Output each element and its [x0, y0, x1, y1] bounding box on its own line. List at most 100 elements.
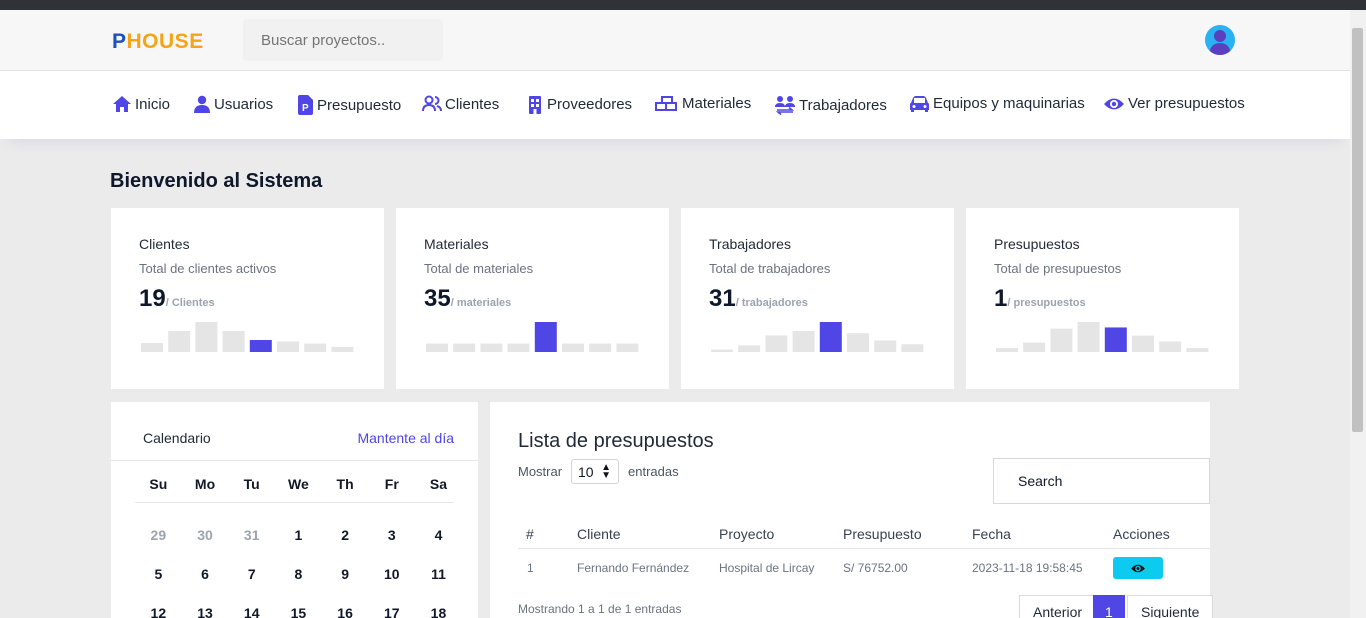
sparkline-bar	[874, 340, 897, 352]
nav-item-trabajadores[interactable]: Trabajadores	[774, 95, 887, 115]
calendar-day[interactable]: 3	[368, 527, 415, 543]
calendar-week: 12 13 14 15 16 17 18	[135, 605, 462, 618]
sparkline-bar	[562, 343, 584, 352]
weekday-label: Sa	[429, 476, 448, 492]
stat-card-title: Materiales	[424, 236, 489, 252]
calendar-day[interactable]: 13	[182, 605, 229, 618]
sparkline-bar	[711, 349, 733, 352]
sparkline-bar	[304, 343, 327, 352]
sparkline-bar	[1104, 327, 1127, 352]
nav-item-proveedores[interactable]: Proveedores	[527, 95, 632, 114]
calendar-day[interactable]: 11	[415, 566, 462, 582]
nav-item-materiales[interactable]: Materiales	[655, 95, 751, 112]
page-size-value: 10	[578, 464, 594, 480]
sparkline-bar	[1132, 335, 1154, 352]
budget-icon: P	[298, 95, 313, 115]
nav-label: Usuarios	[214, 95, 274, 113]
row-amount: S/ 76752.00	[843, 561, 908, 575]
nav-item-ver-presupuestos[interactable]: Ver presupuestos	[1103, 95, 1245, 112]
calendar-day[interactable]: 17	[368, 605, 415, 618]
calendar-day[interactable]: 12	[135, 605, 182, 618]
calendar-day[interactable]: 14	[228, 605, 275, 618]
stat-card-sparkline	[711, 322, 924, 352]
stat-card-value: 1	[994, 285, 1008, 312]
nav-item-usuarios[interactable]: Usuarios	[193, 95, 273, 113]
sparkline-bar	[480, 343, 503, 352]
stat-card-title: Clientes	[139, 236, 190, 252]
nav-item-equipos[interactable]: Equipos y maquinarias	[909, 95, 1085, 112]
table-search-input[interactable]	[993, 458, 1210, 504]
calendar-day[interactable]: 8	[275, 566, 322, 582]
calendar-day[interactable]: 4	[415, 527, 462, 543]
sparkline-bar	[1023, 342, 1046, 352]
stat-card-subtitle: Total de trabajadores	[709, 261, 831, 276]
nav-item-inicio[interactable]: Inicio	[112, 95, 170, 113]
stat-card-value-wrap: 1/ presupuestos	[994, 285, 1086, 313]
budget-list-title: Lista de presupuestos	[518, 430, 714, 452]
stat-card-sparkline	[426, 322, 639, 352]
user-avatar[interactable]	[1205, 25, 1235, 55]
column-header[interactable]: Acciones	[1113, 526, 1170, 542]
nav-label: Clientes	[445, 95, 500, 113]
nav-item-clientes[interactable]: Clientes	[422, 95, 499, 113]
browser-top-strip	[0, 0, 1366, 10]
nav-label: Materiales	[682, 95, 752, 112]
page-size-select[interactable]: 10 ▲ ▼	[571, 459, 619, 484]
column-header[interactable]: Proyecto	[719, 526, 774, 542]
sparkline-bar	[996, 348, 1018, 352]
column-header[interactable]: #	[526, 526, 534, 542]
calendar-week: 5 6 7 8 9 10 11	[135, 566, 462, 582]
calendar-day[interactable]: 30	[182, 527, 229, 543]
sparkline-bar	[1077, 322, 1100, 352]
calendar-link[interactable]: Mantente al día	[357, 430, 454, 446]
nav-item-presupuesto[interactable]: P Presupuesto	[297, 95, 401, 115]
logo[interactable]: PHOUSE	[112, 30, 204, 54]
pagination-next[interactable]: Siguiente	[1127, 595, 1214, 618]
sparkline-bar	[195, 322, 218, 352]
divider	[518, 548, 1210, 549]
pagination-prev[interactable]: Anterior	[1019, 595, 1097, 618]
sparkline-bar	[1159, 341, 1182, 352]
stat-card-sparkline	[141, 322, 354, 352]
page-scrollbar-thumb[interactable]	[1352, 28, 1363, 432]
calendar-day[interactable]: 9	[322, 566, 369, 582]
stat-card-clientes: Clientes Total de clientes activos 19/ C…	[111, 208, 384, 389]
row-project: Hospital de Lircay	[719, 561, 815, 575]
stat-card-presupuestos: Presupuestos Total de presupuestos 1/ pr…	[966, 208, 1239, 389]
user-avatar-icon	[1209, 30, 1231, 55]
calendar-day[interactable]: 2	[322, 527, 369, 543]
view-budget-button[interactable]	[1113, 557, 1163, 579]
budget-list-panel: Lista de presupuestos Mostrar 10 ▲ ▼ entra…	[490, 402, 1214, 618]
project-search-input[interactable]	[243, 19, 443, 61]
calendar-day[interactable]: 10	[368, 566, 415, 582]
column-header[interactable]: Fecha	[972, 526, 1011, 542]
calendar-day[interactable]: 7	[228, 566, 275, 582]
calendar-day[interactable]: 16	[322, 605, 369, 618]
sparkline-bar	[901, 344, 924, 352]
calendar-day[interactable]: 31	[228, 527, 275, 543]
page-title: Bienvenido al Sistema	[110, 170, 323, 192]
app-header: PHOUSE	[0, 10, 1350, 71]
calendar-day[interactable]: 5	[135, 566, 182, 582]
row-client: Fernando Fernández	[577, 561, 690, 575]
calendar-day[interactable]: 29	[135, 527, 182, 543]
column-header[interactable]: Presupuesto	[843, 526, 922, 542]
logo-text: HOUSE	[126, 30, 204, 53]
calendar-day[interactable]: 18	[415, 605, 462, 618]
calendar-day[interactable]: 1	[275, 527, 322, 543]
logo-letter-p: P	[112, 30, 127, 53]
stat-card-title: Trabajadores	[709, 236, 791, 252]
stat-card-value: 19	[139, 285, 166, 312]
stat-card-value: 35	[424, 285, 451, 312]
column-header[interactable]: Cliente	[577, 526, 621, 542]
calendar-week: 29 30 31 1 2 3 4	[135, 527, 462, 543]
sparkline-bar	[765, 335, 788, 352]
weekday-label: We	[288, 476, 309, 492]
calendar-day[interactable]: 15	[275, 605, 322, 618]
eye-icon	[1104, 98, 1124, 109]
stat-card-subtitle: Total de materiales	[424, 261, 534, 276]
pagination-page[interactable]: 1	[1093, 595, 1125, 618]
calendar-weekdays: Su Mo Tu We Th Fr Sa	[135, 476, 462, 492]
stat-card-value-wrap: 31/ trabajadores	[709, 285, 808, 313]
calendar-day[interactable]: 6	[182, 566, 229, 582]
